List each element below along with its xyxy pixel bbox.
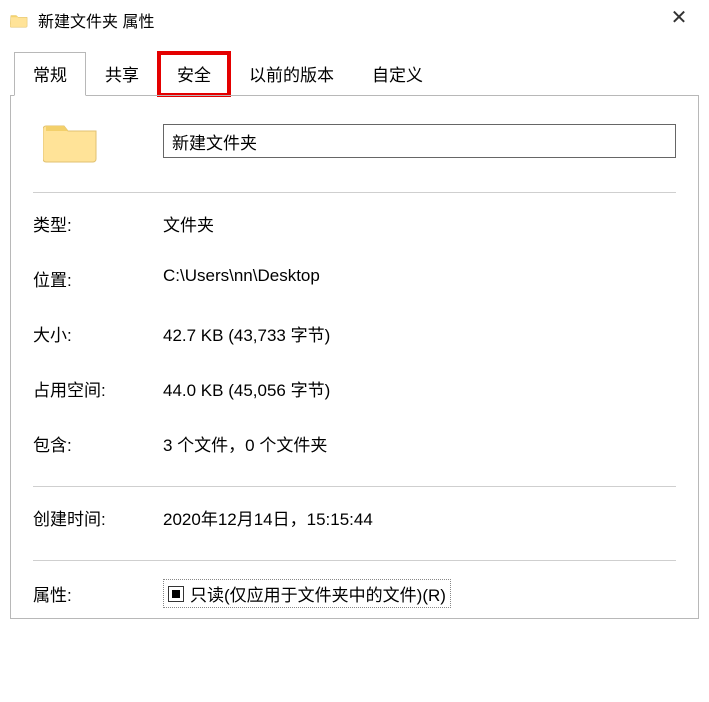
close-button[interactable]: ✕ [659, 6, 699, 34]
value-type: 文件夹 [163, 211, 676, 236]
titlebar: 新建文件夹 属性 ✕ [0, 0, 709, 38]
separator [33, 560, 676, 561]
separator [33, 486, 676, 487]
value-location: C:\Users\nn\Desktop [163, 266, 676, 291]
readonly-label: 只读(仅应用于文件夹中的文件)(R) [190, 581, 446, 606]
value-size: 42.7 KB (43,733 字节) [163, 321, 676, 346]
folder-large-icon [33, 118, 163, 164]
tab-share[interactable]: 共享 [86, 52, 158, 96]
label-created: 创建时间: [33, 505, 163, 530]
readonly-checkbox[interactable] [168, 586, 184, 602]
label-contains: 包含: [33, 431, 163, 456]
folder-name-input[interactable] [163, 124, 676, 158]
tab-security[interactable]: 安全 [158, 52, 230, 96]
label-location: 位置: [33, 266, 163, 291]
tab-custom[interactable]: 自定义 [353, 52, 442, 96]
folder-icon [10, 12, 28, 28]
value-created: 2020年12月14日，15:15:44 [163, 505, 676, 530]
tabs: 常规 共享 安全 以前的版本 自定义 [0, 52, 709, 96]
label-size-on-disk: 占用空间: [33, 376, 163, 401]
label-attributes: 属性: [33, 581, 163, 606]
window-title: 新建文件夹 属性 [38, 8, 154, 32]
value-contains: 3 个文件，0 个文件夹 [163, 431, 676, 456]
separator [33, 192, 676, 193]
tab-general[interactable]: 常规 [14, 52, 86, 96]
tab-panel-general: 类型: 文件夹 位置: C:\Users\nn\Desktop 大小: 42.7… [10, 95, 699, 619]
value-size-on-disk: 44.0 KB (45,056 字节) [163, 376, 676, 401]
label-size: 大小: [33, 321, 163, 346]
label-type: 类型: [33, 211, 163, 236]
tab-previous-versions[interactable]: 以前的版本 [230, 52, 353, 96]
